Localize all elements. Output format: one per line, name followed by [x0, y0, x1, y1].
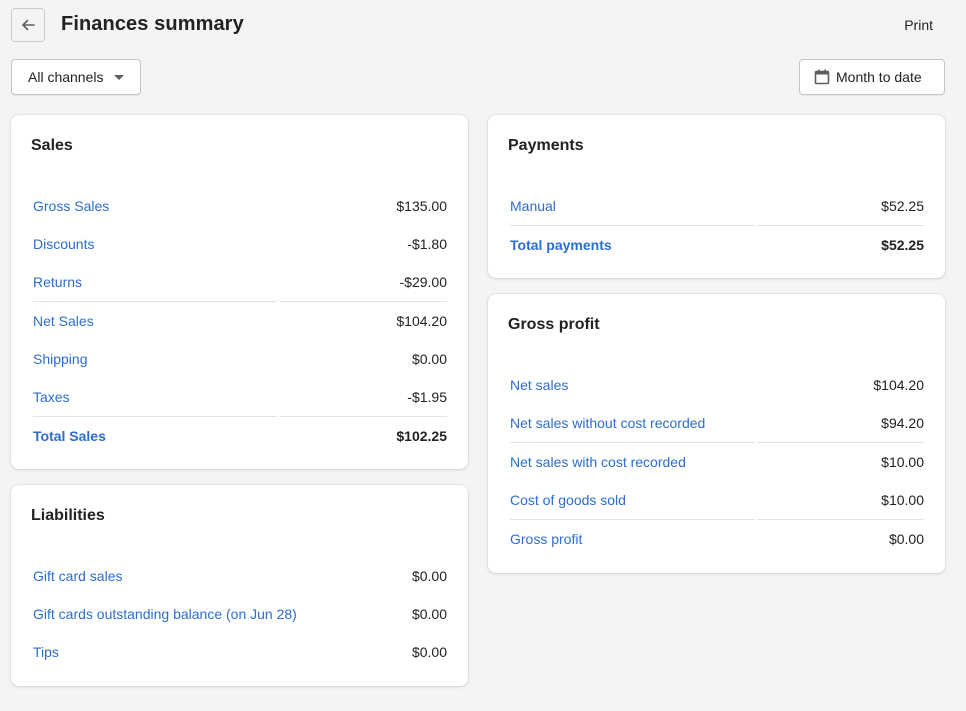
- net-sales-with-cost-value: $10.00: [881, 454, 924, 470]
- sales-row-taxes: Taxes -$1.95: [33, 378, 447, 416]
- cost-of-goods-sold-value: $10.00: [881, 492, 924, 508]
- manual-link[interactable]: Manual: [510, 198, 556, 214]
- card-title: Liabilities: [31, 507, 105, 524]
- gross-profit-link[interactable]: Gross profit: [510, 531, 582, 547]
- tips-link[interactable]: Tips: [33, 644, 59, 660]
- channel-select[interactable]: All channels: [11, 59, 141, 95]
- sales-row-net-sales: Net Sales $104.20: [33, 301, 447, 340]
- returns-value: -$29.00: [399, 274, 447, 290]
- payments-card: Payments Manual $52.25 Total payments $5…: [488, 115, 945, 278]
- sales-row-total-sales: Total Sales $102.25: [33, 416, 447, 455]
- caret-down-icon: [113, 75, 124, 80]
- gross-row-with-cost: Net sales with cost recorded $10.00: [510, 442, 924, 481]
- gross-sales-link[interactable]: Gross Sales: [33, 198, 109, 214]
- date-range-button[interactable]: Month to date: [799, 59, 945, 95]
- gross-sales-value: $135.00: [396, 198, 447, 214]
- gross-profit-value: $0.00: [888, 531, 924, 547]
- gross-row-gross-profit: Gross profit $0.00: [510, 519, 924, 558]
- gross-row-net-sales: Net sales $104.20: [510, 366, 924, 404]
- discounts-link[interactable]: Discounts: [33, 236, 94, 252]
- gross-profit-card: Gross profit Net sales $104.20 Net sales…: [488, 294, 945, 573]
- sales-row-returns: Returns -$29.00: [33, 263, 447, 301]
- liabilities-row-tips: Tips $0.00: [33, 633, 447, 671]
- shipping-link[interactable]: Shipping: [33, 351, 88, 367]
- total-payments-link[interactable]: Total payments: [510, 237, 612, 253]
- net-sales-without-cost-value: $94.20: [881, 415, 924, 431]
- back-button[interactable]: [11, 8, 45, 42]
- gift-card-sales-link[interactable]: Gift card sales: [33, 568, 122, 584]
- calendar-icon: [814, 69, 830, 85]
- liabilities-row-gift-card-sales: Gift card sales $0.00: [33, 557, 447, 595]
- gift-cards-outstanding-value: $0.00: [411, 606, 447, 622]
- date-range-label: Month to date: [836, 69, 922, 85]
- card-title: Gross profit: [508, 316, 600, 333]
- gp-net-sales-value: $104.20: [873, 377, 924, 393]
- payments-row-manual: Manual $52.25: [510, 187, 924, 225]
- shipping-value: $0.00: [411, 351, 447, 367]
- taxes-link[interactable]: Taxes: [33, 389, 70, 405]
- gp-net-sales-link[interactable]: Net sales: [510, 377, 568, 393]
- net-sales-link[interactable]: Net Sales: [33, 313, 94, 329]
- tips-value: $0.00: [411, 644, 447, 660]
- net-sales-without-cost-link[interactable]: Net sales without cost recorded: [510, 415, 705, 431]
- card-title: Payments: [508, 137, 584, 154]
- net-sales-with-cost-link[interactable]: Net sales with cost recorded: [510, 454, 686, 470]
- manual-value: $52.25: [881, 198, 924, 214]
- sales-card: Sales Gross Sales $135.00 Discounts -$1.…: [11, 115, 468, 469]
- gross-row-without-cost: Net sales without cost recorded $94.20: [510, 404, 924, 442]
- page-header: Finances summary Print: [11, 8, 945, 44]
- net-sales-value: $104.20: [396, 313, 447, 329]
- total-sales-link[interactable]: Total Sales: [33, 428, 106, 444]
- liabilities-card: Liabilities Gift card sales $0.00 Gift c…: [11, 485, 468, 686]
- sales-row-gross-sales: Gross Sales $135.00: [33, 187, 447, 225]
- card-title: Sales: [31, 137, 73, 154]
- total-sales-value: $102.25: [396, 428, 447, 444]
- page-title: Finances summary: [61, 13, 244, 35]
- gift-cards-outstanding-link[interactable]: Gift cards outstanding balance (on Jun 2…: [33, 606, 297, 622]
- sales-row-discounts: Discounts -$1.80: [33, 225, 447, 263]
- sales-row-shipping: Shipping $0.00: [33, 340, 447, 378]
- liabilities-row-gift-cards-outstanding: Gift cards outstanding balance (on Jun 2…: [33, 595, 447, 633]
- print-button[interactable]: Print: [904, 17, 933, 33]
- arrow-left-icon: [20, 17, 36, 33]
- gross-row-cogs: Cost of goods sold $10.00: [510, 481, 924, 519]
- total-payments-value: $52.25: [881, 237, 924, 253]
- gift-card-sales-value: $0.00: [411, 568, 447, 584]
- channel-select-value: All channels: [28, 69, 104, 85]
- payments-row-total: Total payments $52.25: [510, 225, 924, 264]
- discounts-value: -$1.80: [407, 236, 447, 252]
- returns-link[interactable]: Returns: [33, 274, 82, 290]
- taxes-value: -$1.95: [407, 389, 447, 405]
- cost-of-goods-sold-link[interactable]: Cost of goods sold: [510, 492, 626, 508]
